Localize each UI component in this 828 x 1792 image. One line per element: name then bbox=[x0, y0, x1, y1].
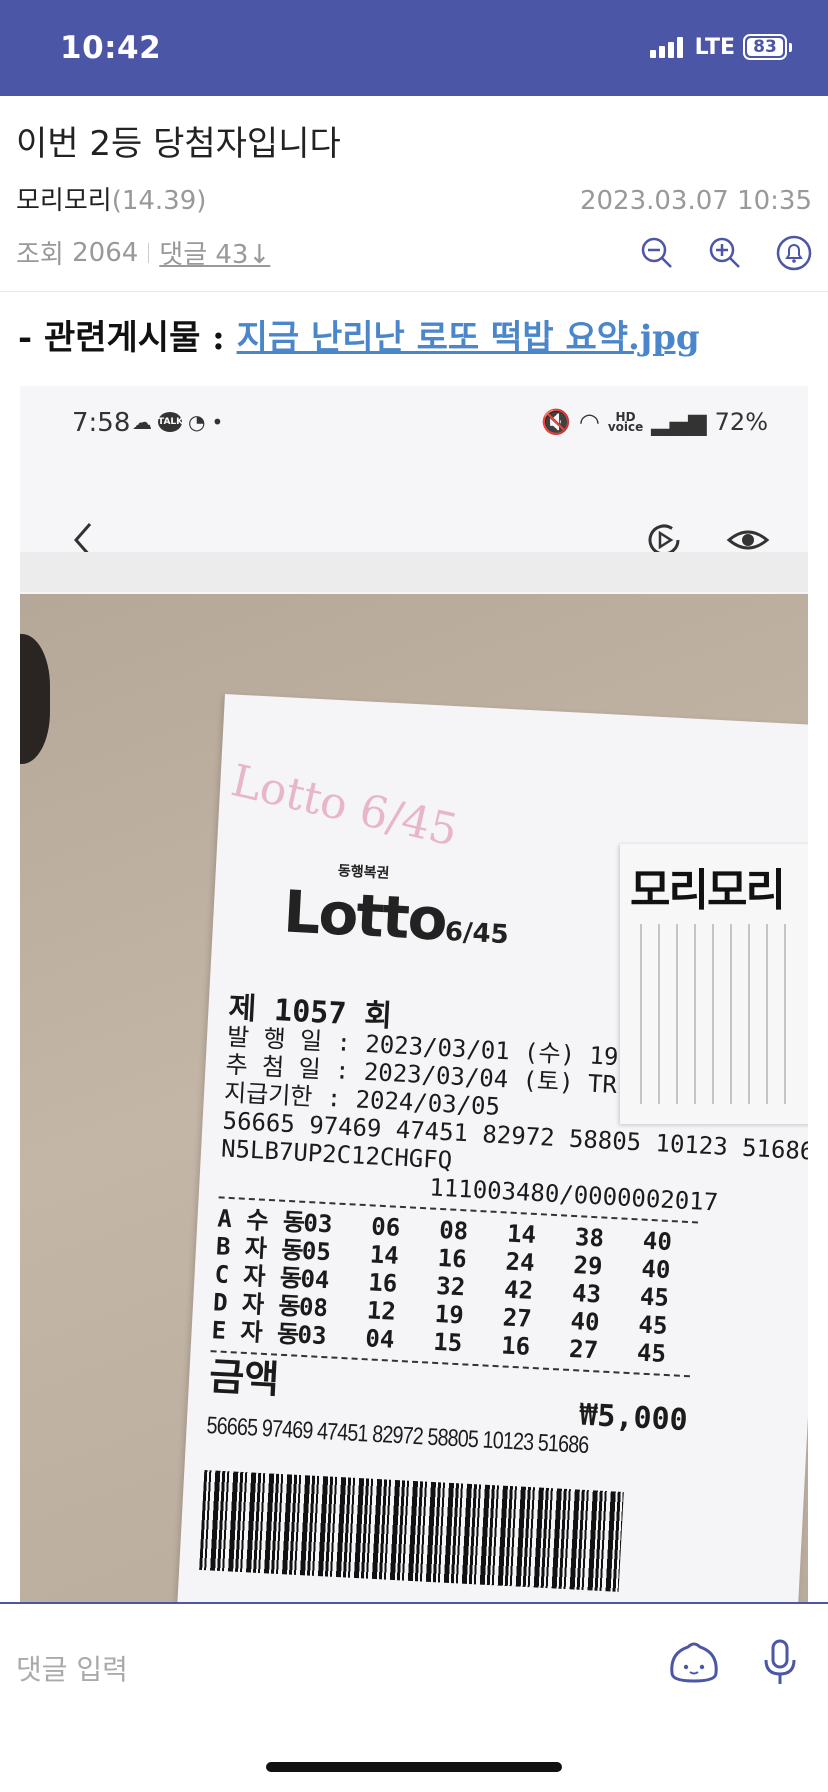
signal-icon: ▂▄▆ bbox=[651, 408, 707, 436]
bell-icon[interactable] bbox=[776, 235, 812, 271]
views-count: 2064 bbox=[72, 237, 139, 268]
post-title: 이번 2등 당첨자입니다 bbox=[16, 124, 341, 164]
author-level: (14.39) bbox=[111, 186, 207, 216]
ticket-watermark: Lotto 6/45 bbox=[226, 755, 463, 857]
battery-level: 83 bbox=[747, 38, 783, 56]
author-row: 모리모리(14.39) 2023.03.07 10:35 bbox=[16, 180, 812, 217]
embedded-status-bar: 7:58 ☁ TALK ◔ • 🔇 ◠ HD voice ▂▄▆ 72% bbox=[20, 386, 808, 446]
post-date: 2023.03.07 10:35 bbox=[579, 186, 812, 216]
amount-label: 금액 bbox=[208, 1354, 281, 1402]
author-name: 모리모리 bbox=[16, 186, 112, 216]
status-indicators: LTE 83 bbox=[649, 34, 792, 60]
lotto-ticket: Lotto 6/45 동행복권 Lotto6/45 제 1057 회 발 행 일… bbox=[172, 694, 808, 1602]
sticky-note: 모리모리 bbox=[620, 844, 808, 1124]
emoticon-icon[interactable] bbox=[666, 1639, 722, 1687]
lotto-sub: 6/45 bbox=[444, 916, 510, 951]
meta-row: 조회 2064 댓글 43↓ bbox=[16, 234, 812, 271]
post-image[interactable]: 7:58 ☁ TALK ◔ • 🔇 ◠ HD voice ▂▄▆ 72% Lott… bbox=[20, 386, 808, 1602]
games: A 수 동 03 06 08 14 38 40 B 자 동 05 14 16 24 29 40 C 자 … bbox=[211, 1204, 808, 1375]
header-divider bbox=[0, 291, 828, 292]
sticky-note-text: 모리모리 bbox=[630, 865, 786, 916]
signal-icon bbox=[649, 36, 683, 58]
meta-divider bbox=[148, 242, 150, 263]
dot-icon: • bbox=[211, 410, 224, 434]
comment-input[interactable]: 댓글 입력 bbox=[16, 1648, 128, 1688]
status-bar: 10:42 LTE 83 bbox=[0, 0, 828, 96]
zoom-out-icon[interactable] bbox=[640, 236, 674, 270]
mute-icon: 🔇 bbox=[541, 408, 571, 436]
related-post: - 관련게시물 : 지금 난리난 로또 떡밥 요약.jpg bbox=[18, 310, 700, 359]
talk-icon: TALK bbox=[158, 412, 183, 432]
comment-bar: 댓글 입력 bbox=[0, 1602, 828, 1752]
cloud-icon: ☁ bbox=[132, 410, 152, 434]
ticket-photo: Lotto 6/45 동행복권 Lotto6/45 제 1057 회 발 행 일… bbox=[20, 594, 808, 1602]
network-type: LTE bbox=[694, 34, 735, 60]
views-label: 조회 bbox=[16, 240, 64, 270]
hd-voice-icon: HD voice bbox=[607, 410, 644, 434]
barcode bbox=[199, 1469, 624, 1592]
notification-icon: ◔ bbox=[188, 410, 206, 434]
author[interactable]: 모리모리(14.39) bbox=[16, 180, 206, 217]
embedded-battery: 72% bbox=[714, 408, 768, 436]
status-time: 10:42 bbox=[60, 30, 162, 66]
zoom-in-icon[interactable] bbox=[708, 236, 742, 270]
related-link[interactable]: 지금 난리난 로또 떡밥 요약.jpg bbox=[237, 318, 700, 358]
lotto-word: Lotto bbox=[281, 877, 448, 954]
embedded-band bbox=[20, 552, 808, 592]
lotto-logo: 동행복권 Lotto6/45 bbox=[282, 857, 512, 957]
comments-link[interactable]: 댓글 43↓ bbox=[159, 234, 270, 271]
battery-icon: 83 bbox=[743, 34, 792, 60]
embedded-time: 7:58 bbox=[72, 408, 131, 438]
amount-value: ₩5,000 bbox=[578, 1397, 689, 1439]
microphone-icon[interactable] bbox=[762, 1638, 798, 1688]
home-indicator bbox=[266, 1762, 562, 1772]
wifi-icon: ◠ bbox=[578, 408, 600, 436]
related-prefix: - 관련게시물 : bbox=[18, 318, 237, 358]
